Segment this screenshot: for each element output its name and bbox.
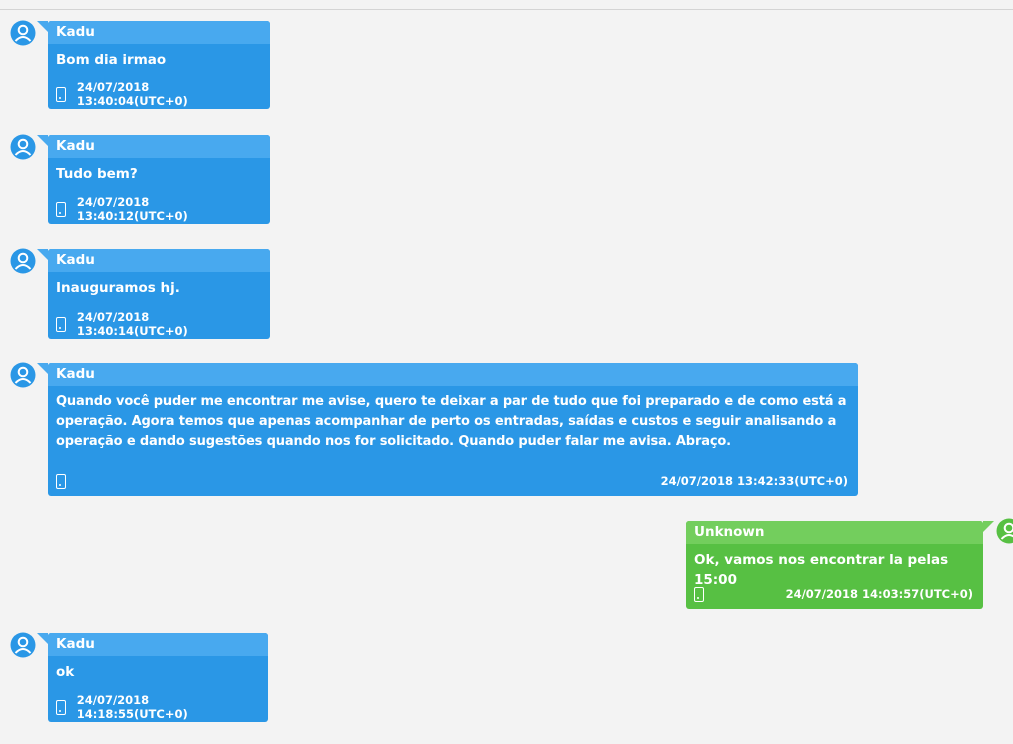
message-sender: Unknown xyxy=(686,521,983,544)
message-sender: Kadu xyxy=(48,363,858,386)
bubble-tail xyxy=(37,21,48,32)
message-item: Kadu Tudo bem? 24/07/2018 13:40:12(UTC+0… xyxy=(0,134,280,230)
message-text-line: Quando você puder me encontrar me avise,… xyxy=(56,394,847,409)
message-item: Kadu ok 24/07/2018 14:18:55(UTC+0) xyxy=(0,632,280,728)
message-item: Kadu Bom dia irmao 24/07/2018 13:40:04(U… xyxy=(0,20,280,116)
message-bubble[interactable]: Kadu Inauguramos hj. 24/07/2018 13:40:14… xyxy=(37,249,270,339)
message-timestamp: 24/07/2018 14:03:57(UTC+0) xyxy=(785,587,973,601)
bubble-tail xyxy=(983,521,994,532)
user-avatar-icon xyxy=(10,134,36,160)
message-footer: 24/07/2018 14:03:57(UTC+0) xyxy=(694,584,973,604)
message-timestamp: 24/07/2018 14:18:55(UTC+0) xyxy=(76,693,188,721)
message-footer: 24/07/2018 13:40:04(UTC+0) xyxy=(56,80,260,108)
message-text: Tudo bem? xyxy=(56,166,138,182)
message-item: Kadu Inauguramos hj. 24/07/2018 13:40:14… xyxy=(0,248,280,344)
message-text: Bom dia irmao xyxy=(56,52,167,68)
phone-icon xyxy=(56,86,66,102)
bubble-tail xyxy=(37,249,48,260)
message-text-line: operação. Agora temos que apenas acompan… xyxy=(56,414,837,429)
bubble-tail xyxy=(37,135,48,146)
phone-icon xyxy=(56,699,66,715)
message-timestamp: 24/07/2018 13:40:14(UTC+0) xyxy=(76,310,188,338)
message-bubble[interactable]: Kadu Tudo bem? 24/07/2018 13:40:12(UTC+0… xyxy=(37,135,270,224)
message-timestamp: 24/07/2018 13:42:33(UTC+0) xyxy=(660,474,848,488)
message-item: Kadu Quando você puder me encontrar me a… xyxy=(0,362,870,502)
phone-icon xyxy=(56,201,66,217)
user-avatar-icon xyxy=(10,20,36,46)
message-text: Inauguramos hj. xyxy=(56,280,180,296)
top-divider xyxy=(0,9,1013,10)
message-footer: 24/07/2018 13:40:12(UTC+0) xyxy=(56,195,260,223)
message-text: Quando você puder me encontrar me avise,… xyxy=(48,386,858,452)
phone-icon xyxy=(694,586,704,602)
message-text: ok xyxy=(56,664,75,680)
user-avatar-icon xyxy=(996,518,1013,544)
message-sender: Kadu xyxy=(48,135,270,158)
message-footer: 24/07/2018 14:18:55(UTC+0) xyxy=(56,693,258,721)
phone-icon xyxy=(56,316,66,332)
user-avatar-icon xyxy=(10,362,36,388)
message-footer: 24/07/2018 13:42:33(UTC+0) xyxy=(56,471,848,491)
message-text-line: operação e dando sugestões quando nos fo… xyxy=(56,434,731,449)
phone-icon xyxy=(56,473,66,489)
user-avatar-icon xyxy=(10,632,36,658)
message-sender: Kadu xyxy=(48,249,270,272)
message-footer: 24/07/2018 13:40:14(UTC+0) xyxy=(56,310,260,338)
message-sender: Kadu xyxy=(48,633,268,656)
message-bubble[interactable]: Kadu Quando você puder me encontrar me a… xyxy=(37,363,858,496)
user-avatar-icon xyxy=(10,248,36,274)
message-bubble[interactable]: Unknown Ok, vamos nos encontrar la pelas… xyxy=(686,521,994,609)
message-item: Unknown Ok, vamos nos encontrar la pelas… xyxy=(670,518,1013,614)
message-timestamp: 24/07/2018 13:40:04(UTC+0) xyxy=(76,80,188,108)
message-bubble[interactable]: Kadu ok 24/07/2018 14:18:55(UTC+0) xyxy=(37,633,268,722)
message-sender: Kadu xyxy=(48,21,270,44)
message-timestamp: 24/07/2018 13:40:12(UTC+0) xyxy=(76,195,188,223)
bubble-tail xyxy=(37,633,48,644)
bubble-tail xyxy=(37,363,48,374)
message-bubble[interactable]: Kadu Bom dia irmao 24/07/2018 13:40:04(U… xyxy=(37,21,270,109)
